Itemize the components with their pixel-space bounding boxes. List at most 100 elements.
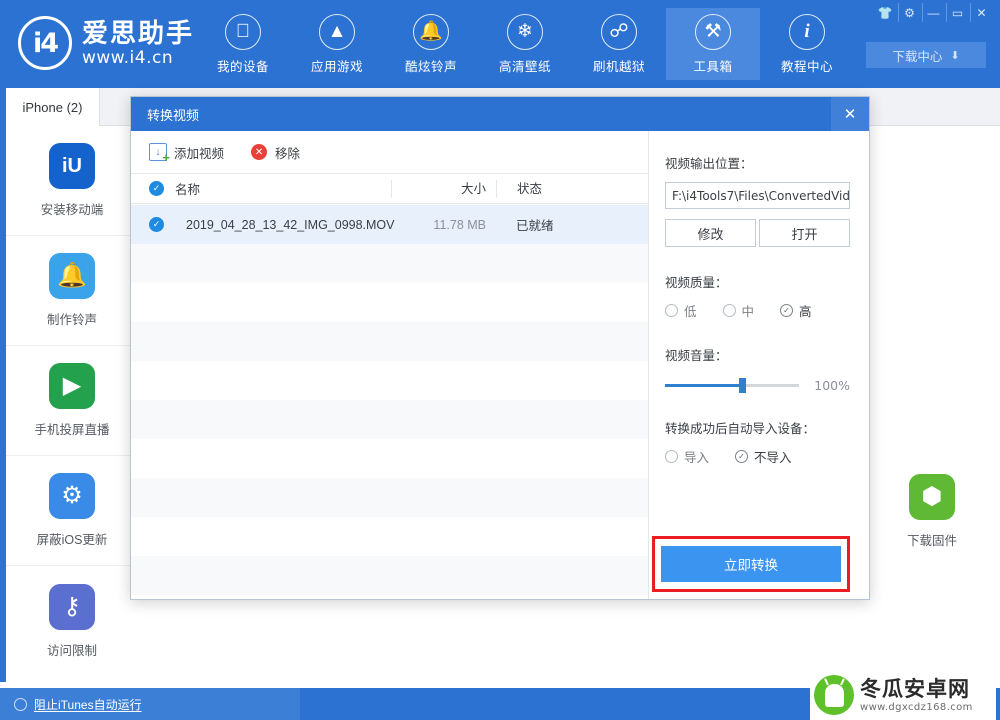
nav-item-flash-jailbreak[interactable]: ☍ 刷机越狱	[572, 8, 666, 80]
quality-label: 低	[684, 305, 697, 319]
nav-item-ringtones[interactable]: 🔔 酷炫铃声	[384, 8, 478, 80]
table-row-empty	[131, 283, 648, 322]
brand-text: 爱思助手 www.i4.cn	[82, 18, 194, 68]
slider-handle[interactable]	[738, 378, 746, 393]
nav-item-apps-games[interactable]: ▲ 应用游戏	[290, 8, 384, 80]
minimize-button[interactable]: —	[922, 3, 944, 22]
nav-item-wallpapers[interactable]: ❄ 高清壁纸	[478, 8, 572, 80]
restrictions-key-icon: ⚷	[49, 583, 95, 630]
bell-icon: 🔔	[413, 13, 449, 50]
brand-name: 爱思助手	[82, 18, 195, 48]
nav-item-toolbox[interactable]: ⚒ 工具箱	[666, 8, 760, 80]
convert-now-button[interactable]: 立即转换	[661, 546, 841, 582]
auto-import-radios: 导入 ✓ 不导入	[665, 447, 850, 466]
slider-fill	[665, 384, 743, 387]
output-path-input[interactable]: F:\i4Tools7\Files\ConvertedVid	[665, 182, 850, 209]
block-update-icon: ⚙	[49, 473, 95, 519]
row-checkbox[interactable]: ✓	[149, 217, 164, 232]
apple-icon: 	[225, 13, 261, 50]
main-nav:  我的设备 ▲ 应用游戏 🔔 酷炫铃声 ❄ 高清壁纸 ☍ 刷机越狱 ⚒ 工具箱	[196, 8, 854, 80]
sidebar-item-label: 安装移动端	[40, 203, 104, 217]
remove-button[interactable]: ✕ 移除	[250, 143, 300, 162]
watermark-name: 冬瓜安卓网	[860, 677, 970, 701]
screen-cast-icon: ▶	[49, 363, 95, 409]
site-watermark: 冬瓜安卓网 www.dgxcdz168.com	[810, 670, 996, 720]
select-all-checkbox[interactable]: ✓	[149, 181, 164, 196]
table-row-empty	[131, 439, 648, 478]
sidebar-item-screen-cast[interactable]: ▶ 手机投屏直播	[6, 346, 138, 456]
volume-value: 100%	[814, 378, 850, 393]
nav-label: 应用游戏	[310, 59, 363, 74]
maximize-button[interactable]: ▭	[946, 3, 968, 22]
sidebar-item-block-ios-update[interactable]: ⚙ 屏蔽iOS更新	[6, 456, 138, 566]
brand-logo[interactable]: i4 爱思助手 www.i4.cn	[18, 16, 194, 70]
column-header-status[interactable]: 状态	[496, 179, 616, 198]
add-video-button[interactable]: ↓ + 添加视频	[149, 143, 225, 164]
table-row-empty	[131, 322, 648, 361]
remove-circle-icon: ✕	[250, 143, 268, 161]
video-volume-label: 视频音量：	[665, 349, 728, 363]
slider-track[interactable]	[665, 378, 800, 393]
settings-panel: 视频输出位置： F:\i4Tools7\Files\ConvertedVid 修…	[649, 131, 868, 599]
block-itunes-toggle[interactable]: 阻止iTunes自动运行	[14, 696, 142, 713]
modify-path-button[interactable]: 修改	[665, 219, 756, 247]
quality-radio-medium[interactable]: 中	[722, 301, 754, 320]
path-buttons: 修改 打开	[665, 219, 850, 247]
column-header-name[interactable]: ✓ 名称	[131, 179, 391, 198]
column-header-size[interactable]: 大小	[391, 179, 496, 198]
sidebar-item-label: 下载固件	[906, 533, 957, 548]
quality-label: 高	[799, 305, 812, 319]
radio-dot	[665, 304, 678, 317]
nav-label: 我的设备	[216, 59, 269, 74]
nav-item-my-device[interactable]:  我的设备	[196, 8, 290, 80]
file-table-rows[interactable]: ✓ 2019_04_28_13_42_IMG_0998.MOV 11.78 MB…	[131, 205, 648, 599]
video-quality-label: 视频质量：	[665, 276, 728, 290]
download-center-button[interactable]: 下载中心 ⬇	[866, 42, 986, 68]
video-quality-section: 视频质量： 低 中 ✓ 高	[665, 272, 850, 320]
volume-slider[interactable]: 100%	[665, 378, 850, 393]
table-row-empty	[131, 556, 648, 595]
android-robot-icon	[814, 675, 854, 715]
table-row-empty	[131, 244, 648, 283]
app-root: i4 爱思助手 www.i4.cn  我的设备 ▲ 应用游戏 🔔 酷炫铃声 ❄…	[0, 0, 1000, 720]
add-video-icon: ↓ +	[149, 143, 170, 164]
nav-label: 高清壁纸	[498, 59, 551, 74]
output-location-label: 视频输出位置：	[665, 157, 753, 171]
sidebar-item-label: 访问限制	[46, 643, 97, 658]
sidebar-item-label: 制作铃声	[46, 313, 97, 327]
download-center-label: 下载中心	[892, 49, 943, 64]
table-row-empty	[131, 400, 648, 439]
cell-status: 已就绪	[516, 219, 554, 233]
i4-logo-icon: i4	[18, 16, 72, 70]
nav-label: 工具箱	[693, 59, 733, 74]
sidebar-item-download-firmware[interactable]: ⬢ 下载固件	[866, 456, 998, 566]
radio-ring-icon	[14, 697, 27, 711]
info-icon: i	[789, 13, 825, 50]
close-icon[interactable]: ✕	[831, 97, 869, 131]
nav-item-tutorials[interactable]: i 教程中心	[760, 8, 854, 80]
auto-import-radio-yes[interactable]: 导入	[665, 447, 709, 466]
close-button[interactable]: ✕	[970, 3, 992, 22]
video-volume-section: 视频音量： 100%	[665, 345, 850, 393]
auto-import-radio-no[interactable]: ✓ 不导入	[735, 447, 792, 466]
table-row[interactable]: ✓ 2019_04_28_13_42_IMG_0998.MOV 11.78 MB…	[131, 205, 648, 244]
open-path-button[interactable]: 打开	[759, 219, 850, 247]
ringtone-bell-icon: 🔔	[49, 253, 95, 299]
quality-radio-low[interactable]: 低	[665, 301, 697, 320]
table-row-empty	[131, 361, 648, 400]
brand-url: www.i4.cn	[82, 48, 174, 68]
device-tab-iphone[interactable]: iPhone (2)	[6, 88, 100, 126]
gear-icon[interactable]: ⚙	[898, 3, 920, 22]
sidebar-item-restrictions[interactable]: ⚷ 访问限制	[6, 566, 138, 676]
radio-dot	[722, 304, 736, 317]
shirt-icon[interactable]: 👕	[874, 3, 896, 22]
add-video-label: 添加视频	[174, 146, 225, 161]
convert-video-dialog: 转换视频 ✕ ↓ + 添加视频 ✕ 移除 ✓ 名称 大小 状态 ✓ 2019_0…	[130, 96, 870, 600]
file-list-toolbar: ↓ + 添加视频 ✕ 移除	[131, 131, 648, 174]
radio-dot-checked: ✓	[780, 304, 794, 317]
dialog-title: 转换视频	[147, 107, 200, 123]
sidebar-item-make-ringtone[interactable]: 🔔 制作铃声	[6, 236, 138, 346]
column-label-name: 名称	[175, 183, 201, 197]
quality-radio-high[interactable]: ✓ 高	[780, 301, 812, 320]
sidebar-item-install-mobile[interactable]: iU 安装移动端	[6, 126, 138, 236]
